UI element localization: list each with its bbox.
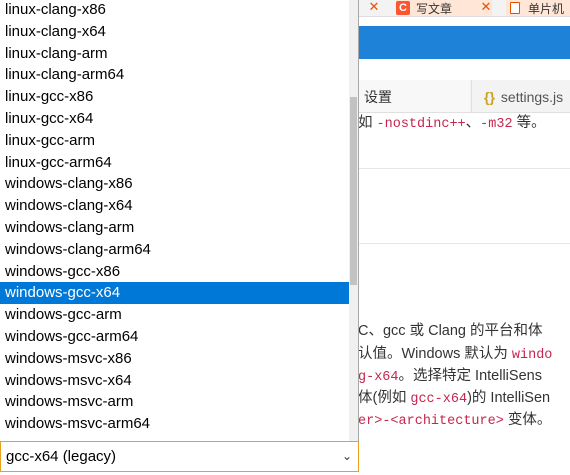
- dropdown-option[interactable]: linux-gcc-x64: [0, 108, 349, 130]
- scrollbar-thumb[interactable]: [350, 97, 357, 285]
- dropdown-option[interactable]: windows-msvc-x64: [0, 370, 349, 392]
- dropdown-option[interactable]: windows-gcc-arm: [0, 304, 349, 326]
- desc-text: 。选择特定 IntelliSens: [398, 368, 542, 384]
- divider: [358, 243, 570, 244]
- code-snippet: gcc-x64: [410, 392, 468, 407]
- tab-label: 单片机: [528, 1, 565, 16]
- desc-text: 体(例如: [358, 390, 411, 406]
- desc-text: C、gcc 或 Clang 的平台和体: [358, 323, 543, 339]
- intellisense-mode-select[interactable]: gcc-x64 (legacy) ⌄: [0, 441, 359, 472]
- dropdown-option[interactable]: linux-gcc-arm64: [0, 152, 349, 174]
- code-snippet: -<architecture>: [382, 414, 504, 429]
- dropdown-option[interactable]: windows-msvc-arm: [0, 391, 349, 413]
- dropdown-option[interactable]: linux-gcc-x86: [0, 86, 349, 108]
- scrollbar[interactable]: [349, 0, 358, 441]
- dropdown-option[interactable]: linux-clang-arm: [0, 43, 349, 65]
- dropdown-option[interactable]: linux-clang-arm64: [0, 64, 349, 86]
- dropdown-option[interactable]: windows-clang-x86: [0, 173, 349, 195]
- intellisense-mode-dropdown-list[interactable]: linux-clang-x86 linux-clang-x64 linux-clan…: [0, 0, 359, 441]
- browser-tab-bar: ✕ C 写文章 ✕ 单片机: [358, 0, 570, 17]
- tab-label: 设置: [364, 89, 392, 105]
- tab-label: settings.js: [500, 89, 564, 105]
- setting-description-top: 如 -nostdinc++、-m32 等。: [358, 111, 546, 132]
- tab-label: 写文章: [416, 1, 453, 16]
- dropdown-option[interactable]: windows-gcc-arm64: [0, 326, 349, 348]
- desc-line: g-x64。选择特定 IntelliSens: [358, 364, 542, 385]
- desc-line: C、gcc 或 Clang 的平台和体: [358, 319, 543, 340]
- document-icon: [510, 2, 520, 14]
- dropdown-option[interactable]: linux-clang-x86: [0, 0, 349, 21]
- chevron-down-icon: ⌄: [341, 449, 352, 463]
- dropdown-option[interactable]: windows-clang-arm64: [0, 239, 349, 261]
- dropdown-option[interactable]: windows-msvc-arm64: [0, 413, 349, 435]
- desc-text: 变体。: [503, 412, 552, 428]
- close-icon[interactable]: ✕: [477, 0, 495, 16]
- desc-text: 如: [358, 115, 377, 131]
- code-snippet: windo: [511, 348, 553, 363]
- dropdown-option[interactable]: linux-clang-x64: [0, 21, 349, 43]
- desc-text: )的 IntelliSen: [467, 390, 551, 406]
- json-braces-icon: {}: [484, 89, 495, 105]
- tab-settings[interactable]: 设置: [358, 80, 470, 112]
- dropdown-option[interactable]: windows-msvc-x86: [0, 348, 349, 370]
- tab-microcontroller[interactable]: 单片机: [506, 0, 570, 16]
- selected-value: gcc-x64 (legacy): [6, 448, 117, 465]
- close-icon[interactable]: ✕: [365, 0, 383, 16]
- header-bar: [358, 26, 570, 59]
- dropdown-option[interactable]: windows-gcc-x64: [0, 282, 349, 305]
- desc-text: 认值。Windows 默认为: [358, 346, 512, 362]
- dropdown-option[interactable]: windows-gcc-x86: [0, 261, 349, 283]
- code-snippet: er>: [358, 414, 383, 429]
- desc-text: 、: [465, 115, 481, 131]
- code-snippet: -m32: [480, 117, 513, 132]
- code-snippet: g-x64: [358, 370, 399, 385]
- divider: [358, 168, 570, 169]
- desc-line: 体(例如 gcc-x64)的 IntelliSen: [358, 386, 550, 407]
- dropdown-option[interactable]: windows-clang-x64: [0, 195, 349, 217]
- editor-tabs: 设置 {} settings.js: [358, 80, 570, 113]
- dropdown-option[interactable]: linux-gcc-arm: [0, 130, 349, 152]
- code-snippet: -nostdinc++: [376, 117, 466, 132]
- desc-text: 等。: [512, 115, 546, 131]
- dropdown-option[interactable]: windows-clang-arm: [0, 217, 349, 239]
- tab-settings-json[interactable]: {} settings.js: [471, 80, 570, 112]
- desc-line: er>-<architecture> 变体。: [358, 408, 551, 429]
- csdn-icon: C: [396, 1, 410, 15]
- desc-line: 认值。Windows 默认为 windo: [358, 342, 552, 363]
